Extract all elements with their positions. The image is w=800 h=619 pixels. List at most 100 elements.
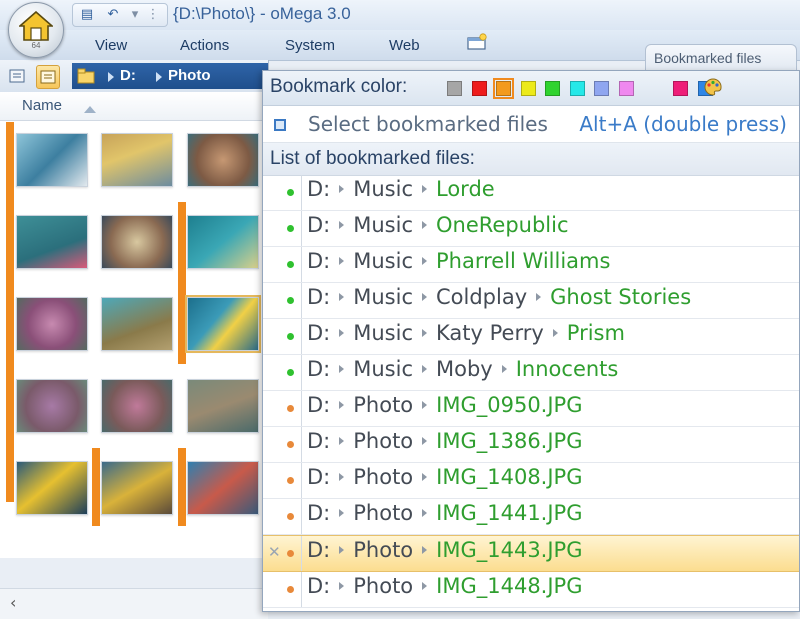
new-window-icon[interactable] bbox=[466, 33, 488, 51]
photo-thumbnail[interactable] bbox=[101, 133, 173, 187]
bookmark-name[interactable]: Lorde bbox=[436, 177, 495, 201]
bookmark-row[interactable]: D: Music Lorde bbox=[263, 175, 799, 211]
photo-thumbnail[interactable] bbox=[16, 297, 88, 351]
photo-thumbnail[interactable] bbox=[101, 461, 173, 515]
bookmark-color-swatch[interactable] bbox=[471, 81, 487, 96]
bookmark-color-swatch[interactable] bbox=[618, 81, 634, 96]
photo-thumbnail[interactable] bbox=[16, 461, 88, 515]
remove-bookmark-icon[interactable]: ✕ bbox=[268, 543, 281, 561]
photo-thumbnail[interactable] bbox=[101, 297, 173, 351]
bookmark-color-swatch[interactable] bbox=[594, 81, 609, 96]
bookmark-row[interactable]: ✕ D: Photo IMG_1443.JPG bbox=[263, 535, 799, 572]
bookmark-row[interactable]: D: Photo IMG_1386.JPG bbox=[263, 427, 799, 463]
bookmark-name[interactable]: Prism bbox=[567, 321, 625, 345]
app-menu-orb[interactable]: 64 bbox=[8, 2, 64, 58]
bookmark-row[interactable]: D: Photo IMG_0950.JPG bbox=[263, 391, 799, 427]
photo-thumbnail[interactable] bbox=[16, 379, 88, 433]
path-segment[interactable]: Photo bbox=[353, 538, 413, 562]
photo-thumbnail[interactable] bbox=[187, 133, 259, 187]
bookmark-color-swatch[interactable] bbox=[520, 81, 536, 96]
bookmark-color-swatch[interactable] bbox=[673, 81, 688, 96]
path-segment[interactable]: D: bbox=[307, 393, 330, 417]
bookmark-row[interactable]: D: Photo IMG_1408.JPG bbox=[263, 463, 799, 499]
path-segment[interactable]: Music bbox=[353, 321, 413, 345]
bookmark-color-swatch[interactable] bbox=[545, 81, 560, 96]
path-segment[interactable]: Photo bbox=[353, 465, 413, 489]
path-segment[interactable]: Music bbox=[353, 285, 413, 309]
select-bookmarked-files-row[interactable]: Select bookmarked files Alt+A (double pr… bbox=[263, 106, 799, 143]
path-segment[interactable]: Music bbox=[353, 213, 413, 237]
column-header[interactable]: Name bbox=[0, 92, 268, 121]
path-segment[interactable]: Coldplay bbox=[436, 285, 527, 309]
photo-thumbnail[interactable] bbox=[187, 461, 259, 515]
menu-view[interactable]: View bbox=[95, 37, 127, 54]
customize-toolbar-icon[interactable]: ⋮ bbox=[143, 6, 163, 24]
bookmark-name[interactable]: Ghost Stories bbox=[550, 285, 691, 309]
address-folder[interactable]: Photo bbox=[168, 67, 211, 84]
menu-system[interactable]: System bbox=[285, 37, 335, 54]
bookmark-name[interactable]: IMG_0950.JPG bbox=[436, 393, 582, 417]
undo-icon[interactable]: ↶ bbox=[103, 6, 123, 24]
bookmark-row[interactable]: D: Music Pharrell Williams bbox=[263, 247, 799, 283]
bookmark-name[interactable]: Innocents bbox=[516, 357, 619, 381]
address-bar[interactable]: D: Photo bbox=[72, 63, 268, 89]
menu-web[interactable]: Web bbox=[389, 37, 420, 54]
path-segment[interactable]: D: bbox=[307, 357, 330, 381]
photo-thumbnail[interactable] bbox=[101, 215, 173, 269]
photo-thumbnail[interactable] bbox=[187, 215, 259, 269]
bookmark-row[interactable]: D: Music Katy Perry Prism bbox=[263, 319, 799, 355]
path-segment[interactable]: D: bbox=[307, 249, 330, 273]
menu-actions[interactable]: Actions bbox=[180, 37, 229, 54]
bookmark-row[interactable]: D: Music OneRepublic bbox=[263, 211, 799, 247]
path-segment[interactable]: D: bbox=[307, 321, 330, 345]
bookmark-row[interactable]: D: Photo IMG_1448.JPG bbox=[263, 572, 799, 608]
bookmark-name[interactable]: IMG_1408.JPG bbox=[436, 465, 582, 489]
bookmarked-files-tab[interactable]: Bookmarked files bbox=[645, 44, 797, 71]
panel-toggle-icon[interactable]: ▤ bbox=[77, 6, 97, 24]
path-segment[interactable]: D: bbox=[307, 177, 330, 201]
bookmark-color-swatch[interactable] bbox=[447, 81, 462, 96]
photo-thumbnail[interactable] bbox=[101, 379, 173, 433]
horizontal-scrollbar[interactable]: ‹ bbox=[0, 588, 268, 619]
path-segment[interactable]: Music bbox=[353, 357, 413, 381]
row-gutter bbox=[263, 391, 301, 426]
bookmarks-toggle-button[interactable] bbox=[36, 65, 60, 89]
path-segment[interactable]: Katy Perry bbox=[436, 321, 544, 345]
bookmark-name[interactable]: IMG_1443.JPG bbox=[436, 538, 582, 562]
address-drive[interactable]: D: bbox=[120, 67, 136, 84]
photo-thumbnail[interactable] bbox=[187, 379, 259, 433]
path-separator-icon bbox=[536, 292, 542, 301]
path-segment[interactable]: D: bbox=[307, 501, 330, 525]
bookmark-name[interactable]: IMG_1441.JPG bbox=[436, 501, 582, 525]
bookmark-row[interactable]: D: Music Coldplay Ghost Stories bbox=[263, 283, 799, 319]
bookmark-name[interactable]: IMG_1448.JPG bbox=[436, 574, 582, 598]
photo-thumbnail-selected[interactable] bbox=[185, 295, 261, 353]
path-segment[interactable]: D: bbox=[307, 429, 330, 453]
path-segment[interactable]: D: bbox=[307, 465, 330, 489]
undo-dropdown-icon[interactable]: ▾ bbox=[125, 6, 145, 24]
path-segment[interactable]: D: bbox=[307, 285, 330, 309]
path-segment[interactable]: D: bbox=[307, 574, 330, 598]
bookmark-color-swatch[interactable] bbox=[569, 81, 585, 96]
path-segment[interactable]: D: bbox=[307, 538, 330, 562]
path-segment[interactable]: Moby bbox=[436, 357, 493, 381]
bookmark-name[interactable]: IMG_1386.JPG bbox=[436, 429, 582, 453]
scroll-left-icon[interactable]: ‹ bbox=[10, 593, 16, 612]
folder-up-icon[interactable] bbox=[76, 66, 96, 86]
bookmark-row[interactable]: D: Music Moby Innocents bbox=[263, 355, 799, 391]
photo-thumbnail[interactable] bbox=[16, 215, 88, 269]
path-segment[interactable]: Photo bbox=[353, 429, 413, 453]
view-list-icon[interactable] bbox=[6, 65, 28, 87]
photo-thumbnail[interactable] bbox=[16, 133, 88, 187]
palette-icon[interactable] bbox=[703, 77, 723, 97]
bookmark-color-swatch[interactable] bbox=[493, 78, 514, 99]
path-segment[interactable]: D: bbox=[307, 213, 330, 237]
bookmark-name[interactable]: OneRepublic bbox=[436, 213, 569, 237]
path-segment[interactable]: Photo bbox=[353, 501, 413, 525]
bookmark-name[interactable]: Pharrell Williams bbox=[436, 249, 610, 273]
path-segment[interactable]: Music bbox=[353, 177, 413, 201]
bookmark-row[interactable]: D: Photo IMG_1441.JPG bbox=[263, 499, 799, 535]
path-segment[interactable]: Music bbox=[353, 249, 413, 273]
path-segment[interactable]: Photo bbox=[353, 574, 413, 598]
path-segment[interactable]: Photo bbox=[353, 393, 413, 417]
